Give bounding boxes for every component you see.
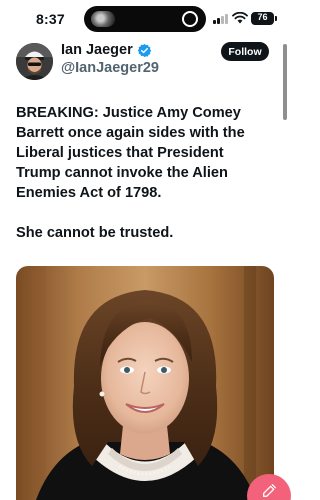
post-text: BREAKING: Justice Amy Comey Barrett once… [16,103,278,243]
post-text-line: Liberal justices that President [16,145,224,161]
wifi-icon [232,12,248,24]
dynamic-island[interactable] [84,6,206,32]
follow-button[interactable]: Follow [221,42,269,61]
post-paragraph: She cannot be trusted. [16,223,278,243]
post-text-line: She cannot be trusted. [16,225,174,241]
battery-level: 76 [257,12,268,22]
status-bar: 8:37 76 [0,0,292,36]
post-text-line: BREAKING: Justice Amy Comey [16,105,241,121]
status-time: 8:37 [36,11,65,27]
battery-cap [275,16,277,21]
scroll-indicator[interactable] [283,44,287,120]
now-playing-artwork-icon [91,11,115,27]
author-handle[interactable]: @IanJaeger29 [61,60,159,76]
cellular-signal-icon [213,14,229,24]
battery-icon: 76 [251,12,274,25]
author-display-name[interactable]: Ian Jaeger [61,42,133,58]
compose-icon [263,484,276,497]
post-text-line: Barrett once again sides with the [16,125,245,141]
post-text-line: Trump cannot invoke the Alien [16,165,228,181]
author-name-row[interactable]: Ian Jaeger [61,42,152,58]
post-text-line: Enemies Act of 1798. [16,185,162,201]
record-indicator-icon [182,11,198,27]
verified-badge-icon [137,43,151,57]
avatar[interactable] [16,43,53,80]
post-paragraph: BREAKING: Justice Amy Comey Barrett once… [16,103,278,203]
post-media-image[interactable] [16,266,274,500]
